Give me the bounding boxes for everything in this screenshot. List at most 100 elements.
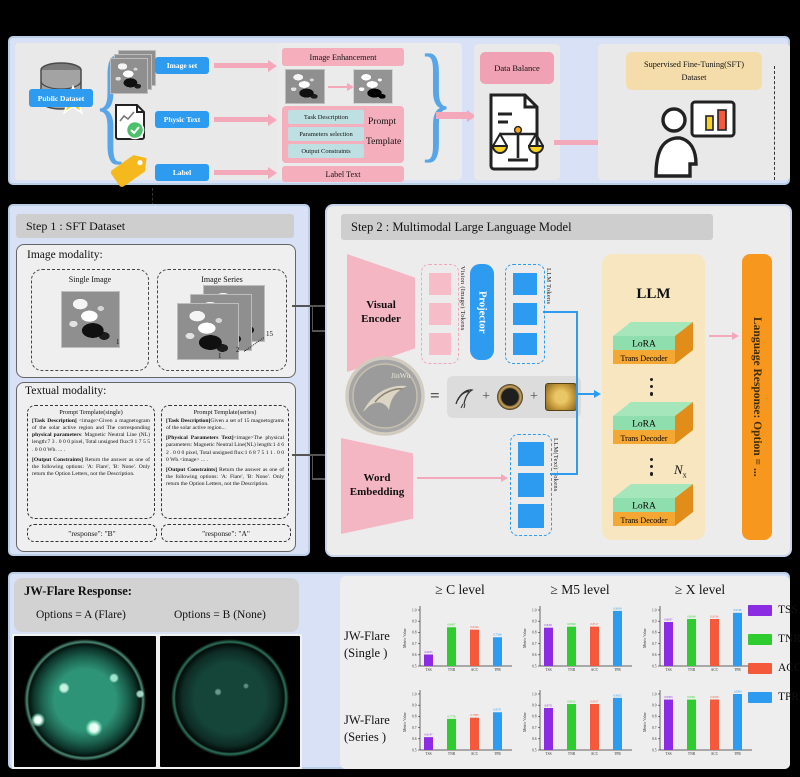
physic-document-icon	[113, 103, 147, 143]
svg-text:TSS: TSS	[545, 668, 551, 672]
top-pipeline-section: Public Dataset { Image set Physic Text L…	[8, 36, 790, 185]
option-b-label: Options = B (None)	[174, 609, 266, 621]
legend-label: TPR	[778, 691, 799, 703]
data-balance-box: Data Balance	[480, 52, 554, 84]
textual-modality-box: Textual modality: Prompt Template(single…	[16, 382, 296, 552]
svg-text:LoRA: LoRA	[632, 502, 656, 512]
task-description-chip: Task Description	[288, 110, 364, 124]
bar-TSS	[664, 700, 673, 750]
bottom-section: JW-Flare Response: Options = A (Flare) O…	[8, 572, 790, 769]
svg-text:Trans Decoder: Trans Decoder	[620, 434, 667, 443]
option-a-label: Options = A (Flare)	[36, 609, 126, 621]
svg-text:0.7: 0.7	[652, 726, 657, 730]
svg-text:0.9919: 0.9919	[614, 606, 623, 610]
sft-dataset-box: Supervised Fine-Tuning(SFT) Dataset	[626, 52, 762, 90]
jinwu-logo: JinWu	[345, 356, 425, 436]
prompt-card-series: Prompt Template(series) [Task Descriptio…	[161, 405, 289, 519]
step2-header: Step 2 : Multimodal Large Language Model	[341, 214, 713, 240]
prompt-template-label-2: Template	[366, 137, 401, 147]
bar-TPR	[493, 637, 502, 666]
svg-text:LoRA: LoRA	[632, 340, 656, 350]
lora-decoder-block: LoRA Trans Decoder	[611, 320, 695, 370]
llm-token	[513, 303, 537, 325]
response-box-single: "response": "B"	[27, 524, 157, 542]
svg-text:0.8517: 0.8517	[591, 622, 600, 626]
image-modality-title: Image modality:	[27, 249, 103, 261]
arrow-physic-text	[214, 117, 269, 122]
bar-ACC	[470, 718, 479, 750]
svg-text:1.0: 1.0	[412, 692, 417, 696]
lora-decoder-block: LoRA Trans Decoder	[611, 482, 695, 532]
svg-text:1.0: 1.0	[412, 608, 417, 612]
svg-text:TNR: TNR	[568, 752, 576, 756]
svg-text:0.6: 0.6	[412, 653, 417, 657]
series-index-second: 2	[236, 346, 240, 354]
svg-text:Metric Value: Metric Value	[523, 628, 527, 648]
svg-text:0.9503: 0.9503	[665, 695, 674, 699]
llm-token	[513, 333, 537, 355]
svg-text:TPR: TPR	[494, 752, 501, 756]
bar-chart-r1-c1: 0.50.60.70.80.91.0Metric Value0.8751TSS0…	[520, 686, 638, 768]
bar-ACC	[590, 627, 599, 666]
svg-text:0.8: 0.8	[532, 715, 537, 719]
step1-header: Step 1 : SFT Dataset	[16, 214, 294, 238]
svg-text:TSS: TSS	[425, 752, 431, 756]
svg-text:0.7776: 0.7776	[448, 714, 457, 718]
svg-text:Trans Decoder: Trans Decoder	[620, 516, 667, 525]
projector-label: Projector	[477, 291, 488, 333]
svg-text:LoRA: LoRA	[632, 420, 656, 430]
vision-tokens-label: Vision (Image) Tokens	[459, 266, 466, 364]
magnetogram-after	[354, 70, 392, 103]
svg-text:0.5: 0.5	[532, 748, 537, 752]
chart-legend: TSSTNRACCTPR	[748, 604, 800, 720]
svg-text:0.8751: 0.8751	[545, 703, 554, 707]
chart-col-title: ≥ M5 level	[525, 582, 635, 598]
svg-text:0.8457: 0.8457	[448, 623, 457, 627]
connector-feeder-2	[312, 455, 313, 479]
svg-text:0.7885: 0.7885	[471, 713, 480, 717]
svg-text:0.7: 0.7	[412, 642, 417, 646]
svg-text:0.5: 0.5	[412, 748, 417, 752]
prompt-paragraph: [Task Description]Given a set of 15 magn…	[166, 418, 284, 432]
svg-text:0.6: 0.6	[652, 653, 657, 657]
equals-sign: =	[430, 386, 440, 406]
formula-box: + +	[447, 376, 581, 418]
bar-TNR	[687, 619, 696, 666]
public-dataset-badge: Public Dataset	[29, 89, 93, 107]
svg-text:ACC: ACC	[591, 752, 599, 756]
svg-text:Trans Decoder: Trans Decoder	[620, 354, 667, 363]
legend-swatch	[748, 663, 772, 674]
single-image-label: Single Image	[32, 275, 148, 284]
llm-title: LLM	[602, 286, 705, 303]
series-index-last: 15	[266, 330, 273, 338]
svg-text:1.0000: 1.0000	[734, 689, 743, 693]
chart-col-title: ≥ C level	[405, 582, 515, 598]
jinwu-logo-text: JinWu	[391, 371, 411, 380]
svg-text:TPR: TPR	[734, 752, 741, 756]
bar-chart-r1-c2: 0.50.60.70.80.91.0Metric Value0.9503TSS0…	[640, 686, 758, 768]
arrow-to-sft	[554, 140, 604, 145]
lora-decoder-block: LoRA Trans Decoder	[611, 400, 695, 450]
svg-text:TNR: TNR	[688, 752, 696, 756]
image-enhancement-box: Image Enhancement	[282, 48, 404, 66]
n-repeats-label: Nx	[674, 462, 687, 480]
bar-TSS	[424, 655, 433, 666]
vision-token	[429, 333, 451, 355]
metrics-chart-panel: 0.50.60.70.80.91.0Metric Value0.6025TSS0…	[340, 576, 790, 769]
svg-text:0.6: 0.6	[532, 653, 537, 657]
sft-down-dashed-line	[774, 66, 775, 180]
bar-chart-r0-c0: 0.50.60.70.80.91.0Metric Value0.6025TSS0…	[400, 602, 518, 684]
llm-to-response-arrow	[709, 335, 733, 337]
bar-TNR	[687, 700, 696, 750]
word-embedding-label-1: Word	[364, 472, 391, 486]
gold-sun-icon	[545, 383, 577, 411]
svg-text:Metric Value: Metric Value	[403, 712, 407, 732]
prompt-card-single: Prompt Template(single) [Task Descriptio…	[27, 405, 155, 519]
svg-text:TSS: TSS	[665, 668, 671, 672]
check-icon	[127, 122, 144, 139]
prompt-card-series-title: Prompt Template(series)	[166, 409, 284, 416]
tag-icon	[107, 151, 155, 187]
ellipsis-dots	[650, 378, 653, 396]
svg-text:1.0: 1.0	[652, 692, 657, 696]
prompt-template-panel: Image Enhancement Task Description Param…	[278, 43, 462, 180]
